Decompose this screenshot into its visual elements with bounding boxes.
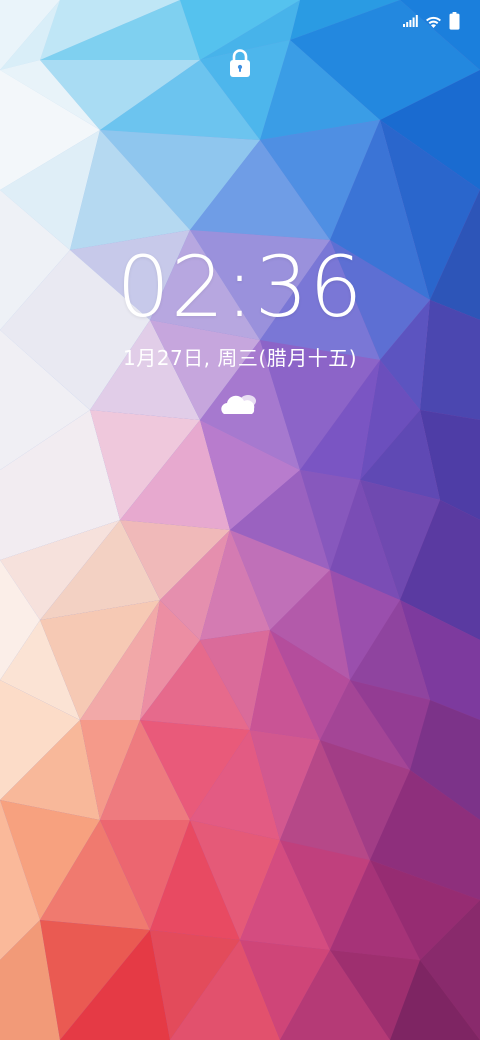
status-bar: [403, 10, 460, 32]
lockscreen-date: 1月27日, 周三(腊月十五): [123, 346, 357, 370]
lockscreen-clock: 02:36: [116, 238, 364, 336]
cloud-icon: [218, 392, 262, 418]
lock-icon: [228, 48, 252, 78]
wallpaper: [0, 0, 480, 1040]
wifi-icon: [425, 15, 442, 28]
signal-icon: [403, 15, 418, 27]
battery-icon: [449, 12, 460, 30]
lock-screen: 02:36 1月27日, 周三(腊月十五): [0, 0, 480, 1040]
